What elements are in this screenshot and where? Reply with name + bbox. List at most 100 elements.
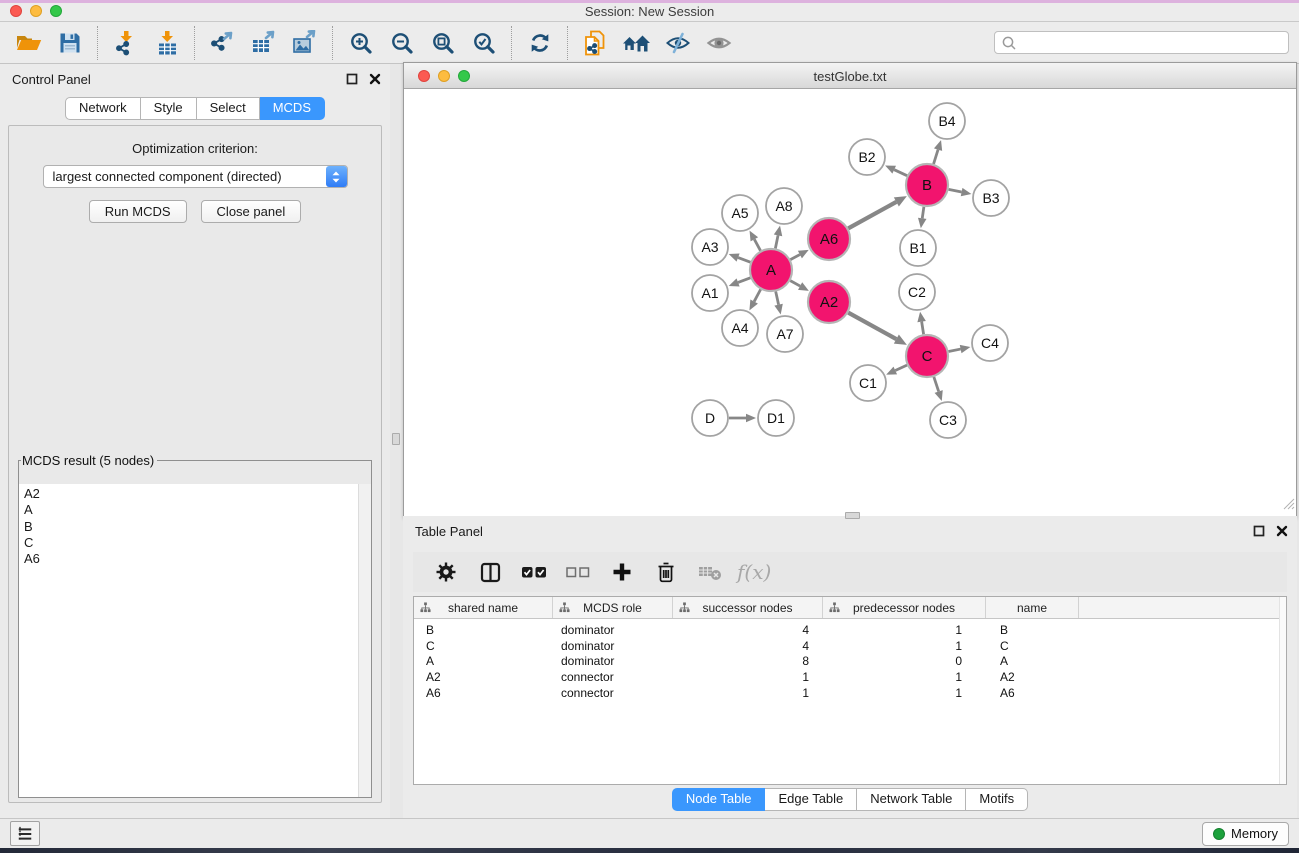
tab-network[interactable]: Network bbox=[65, 97, 141, 120]
table-settings-button[interactable] bbox=[427, 555, 465, 589]
show-columns-button[interactable] bbox=[471, 555, 509, 589]
table-cell: A2 bbox=[414, 670, 553, 684]
zoom-in-button[interactable] bbox=[340, 25, 381, 61]
graph-node-D[interactable]: D bbox=[692, 400, 728, 436]
graph-node-C4[interactable]: C4 bbox=[972, 325, 1008, 361]
graph-node-A[interactable]: A bbox=[750, 249, 792, 291]
import-table-button[interactable] bbox=[146, 25, 187, 61]
graph-node-C3[interactable]: C3 bbox=[930, 402, 966, 438]
graph-node-A3[interactable]: A3 bbox=[692, 229, 728, 265]
node-label: A3 bbox=[701, 239, 718, 255]
column-header-mcds-role[interactable]: MCDS role bbox=[553, 597, 673, 618]
save-session-button[interactable] bbox=[49, 25, 90, 61]
graph-node-A6[interactable]: A6 bbox=[808, 218, 850, 260]
export-table-button[interactable] bbox=[243, 25, 284, 61]
memory-label: Memory bbox=[1231, 826, 1278, 841]
network-window-titlebar[interactable]: testGlobe.txt bbox=[404, 63, 1296, 89]
graph-node-D1[interactable]: D1 bbox=[758, 400, 794, 436]
graph-node-B[interactable]: B bbox=[906, 164, 948, 206]
status-bar: Memory bbox=[0, 818, 1299, 848]
clone-network-button[interactable] bbox=[575, 25, 616, 61]
graph-node-B4[interactable]: B4 bbox=[929, 103, 965, 139]
memory-button[interactable]: Memory bbox=[1202, 822, 1289, 846]
result-item[interactable]: A6 bbox=[24, 551, 358, 567]
panel-splitter[interactable] bbox=[390, 64, 403, 818]
zoom-fit-button[interactable] bbox=[422, 25, 463, 61]
table-row[interactable]: A6connector11A6 bbox=[414, 685, 1286, 701]
refresh-view-button[interactable] bbox=[519, 25, 560, 61]
column-header-predecessor-nodes[interactable]: predecessor nodes bbox=[823, 597, 986, 618]
result-item[interactable]: A2 bbox=[24, 486, 358, 502]
result-item[interactable]: C bbox=[24, 535, 358, 551]
result-item[interactable]: B bbox=[24, 519, 358, 535]
network-canvas[interactable]: B4 B2 B B3 A8A5 A6 A3 B1 A C2 A1 A2 A4 A7 C4 C C1 C3 D D1 bbox=[404, 89, 1296, 516]
task-history-button[interactable] bbox=[10, 821, 40, 846]
result-scrollbar[interactable] bbox=[358, 484, 371, 797]
graph-node-B2[interactable]: B2 bbox=[849, 139, 885, 175]
graph-node-A1[interactable]: A1 bbox=[692, 275, 728, 311]
graph-node-A2[interactable]: A2 bbox=[808, 281, 850, 323]
export-network-button[interactable] bbox=[202, 25, 243, 61]
network-graph[interactable]: B4 B2 B B3 A8A5 A6 A3 B1 A C2 A1 A2 A4 A7 C4 C C1 C3 D D1 bbox=[404, 89, 1296, 516]
trash-icon bbox=[654, 560, 678, 584]
window-resize-grip[interactable] bbox=[1283, 497, 1295, 515]
bird-eye-view-button[interactable] bbox=[698, 25, 739, 61]
tab-node-table[interactable]: Node Table bbox=[672, 788, 766, 811]
function-builder-button[interactable]: f(x) bbox=[737, 560, 771, 584]
search-box[interactable] bbox=[994, 31, 1289, 54]
tab-edge-table[interactable]: Edge Table bbox=[765, 788, 857, 811]
table-panel-close-button[interactable] bbox=[1275, 524, 1289, 538]
splitter-grip-icon[interactable] bbox=[392, 433, 400, 445]
deselect-all-rows-button[interactable] bbox=[559, 555, 597, 589]
zoom-selected-button[interactable] bbox=[463, 25, 504, 61]
graph-node-C1[interactable]: C1 bbox=[850, 365, 886, 401]
table-row[interactable]: Cdominator41C bbox=[414, 638, 1286, 654]
column-header-shared-name[interactable]: shared name bbox=[414, 597, 553, 618]
criterion-dropdown[interactable]: largest connected component (directed) bbox=[43, 165, 348, 188]
tab-select[interactable]: Select bbox=[197, 97, 260, 120]
graph-node-C2[interactable]: C2 bbox=[899, 274, 935, 310]
table-row[interactable]: Adominator80A bbox=[414, 653, 1286, 669]
result-item[interactable]: A bbox=[24, 502, 358, 518]
graph-node-C[interactable]: C bbox=[906, 335, 948, 377]
column-header-successor-nodes[interactable]: successor nodes bbox=[673, 597, 823, 618]
import-table-icon bbox=[154, 30, 180, 56]
graph-node-A7[interactable]: A7 bbox=[767, 316, 803, 352]
delete-table-button[interactable] bbox=[691, 555, 729, 589]
run-mcds-button[interactable]: Run MCDS bbox=[89, 200, 187, 223]
search-input[interactable] bbox=[1021, 33, 1288, 52]
graph-node-B3[interactable]: B3 bbox=[973, 180, 1009, 216]
graph-node-A5[interactable]: A5 bbox=[722, 195, 758, 231]
table-cell: dominator bbox=[553, 654, 673, 668]
add-row-button[interactable] bbox=[603, 555, 641, 589]
graph-node-B1[interactable]: B1 bbox=[900, 230, 936, 266]
open-session-button[interactable] bbox=[8, 25, 49, 61]
table-tabs: Node TableEdge TableNetwork TableMotifs bbox=[403, 788, 1297, 811]
tab-style[interactable]: Style bbox=[141, 97, 197, 120]
table-scrollbar[interactable] bbox=[1279, 597, 1286, 784]
delete-rows-button[interactable] bbox=[647, 555, 685, 589]
graph-node-A8[interactable]: A8 bbox=[766, 188, 802, 224]
close-mcds-panel-button[interactable]: Close panel bbox=[201, 200, 302, 223]
export-image-button[interactable] bbox=[284, 25, 325, 61]
table-panel-float-button[interactable] bbox=[1252, 524, 1266, 538]
table-cell: 1 bbox=[823, 639, 986, 653]
table-row[interactable]: A2connector11A2 bbox=[414, 669, 1286, 685]
application-window: Session: New Session bbox=[0, 0, 1299, 853]
node-table: shared nameMCDS rolesuccessor nodesprede… bbox=[413, 596, 1287, 785]
first-neighbors-button[interactable] bbox=[616, 25, 657, 61]
zoom-out-button[interactable] bbox=[381, 25, 422, 61]
show-hide-details-button[interactable] bbox=[657, 25, 698, 61]
column-header-name[interactable]: name bbox=[986, 597, 1079, 618]
table-row[interactable]: Bdominator41B bbox=[414, 622, 1286, 638]
gear-icon bbox=[434, 560, 458, 584]
tab-mcds[interactable]: MCDS bbox=[260, 97, 325, 120]
control-panel-float-button[interactable] bbox=[345, 72, 359, 86]
import-network-button[interactable] bbox=[105, 25, 146, 61]
control-panel-close-button[interactable] bbox=[368, 72, 382, 86]
graph-node-A4[interactable]: A4 bbox=[722, 310, 758, 346]
select-all-rows-button[interactable] bbox=[515, 555, 553, 589]
tab-motifs[interactable]: Motifs bbox=[966, 788, 1028, 811]
node-label: A4 bbox=[731, 320, 748, 336]
tab-network-table[interactable]: Network Table bbox=[857, 788, 966, 811]
